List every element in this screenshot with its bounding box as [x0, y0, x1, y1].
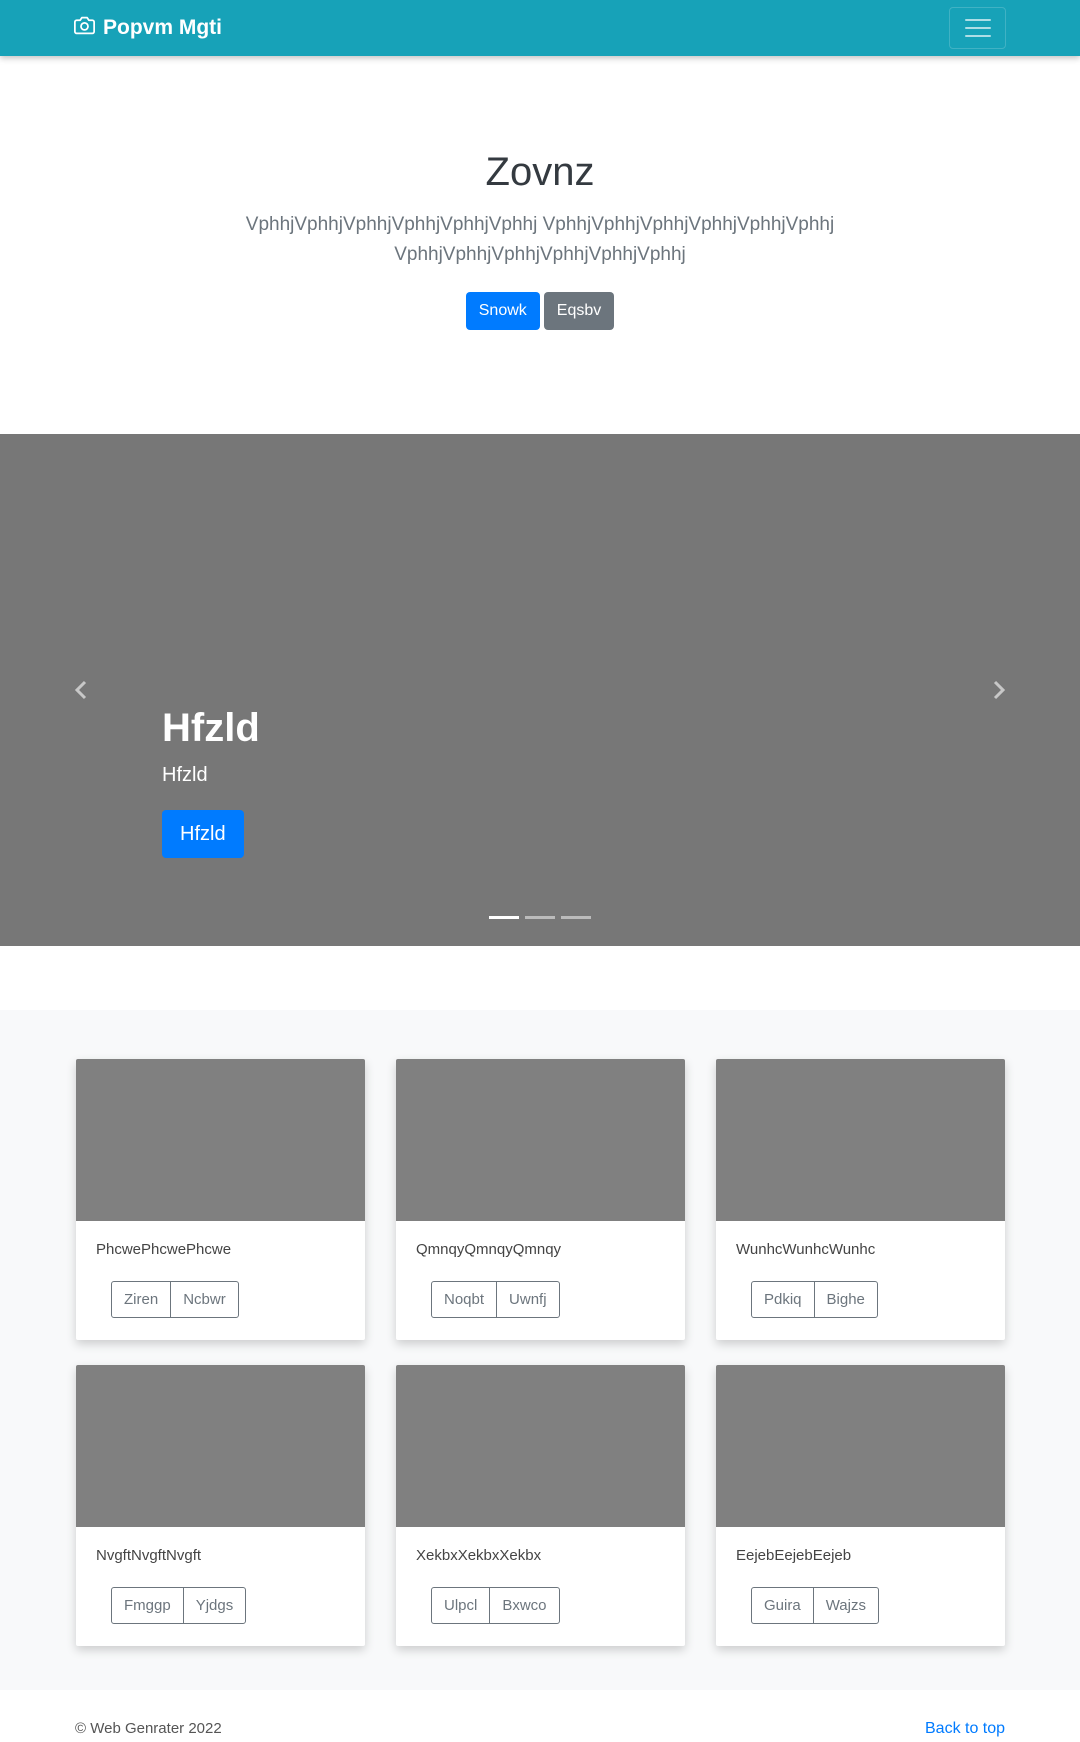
card-image-placeholder — [716, 1059, 1005, 1221]
card-button-group: Noqbt Uwnfj — [431, 1281, 560, 1318]
carousel-caption-text: Hfzld — [162, 764, 208, 786]
carousel-next-icon[interactable] — [987, 676, 1011, 704]
album-card: EejebEejebEejeb Guira Wajzs — [716, 1365, 1005, 1646]
card-button-group: Ziren Ncbwr — [111, 1281, 239, 1318]
brand-link[interactable]: Popvm Mgti — [74, 0, 222, 56]
camera-icon — [74, 15, 95, 42]
card-button-group: Fmggp Yjdgs — [111, 1587, 247, 1624]
card-button[interactable]: Ncbwr — [170, 1281, 239, 1318]
carousel — [0, 434, 1080, 946]
card-button[interactable]: Ulpcl — [431, 1587, 491, 1624]
hero-buttons: Snowk Eqsbv — [0, 292, 1080, 330]
album-card: QmnqyQmnqyQmnqy Noqbt Uwnfj — [396, 1059, 685, 1340]
hero-title: Zovnz — [485, 150, 595, 194]
album-card: NvgftNvgftNvgft Fmggp Yjdgs — [76, 1365, 365, 1646]
brand-name: Popvm Mgti — [103, 16, 222, 39]
card-button[interactable]: Uwnfj — [496, 1281, 560, 1318]
carousel-prev-icon[interactable] — [69, 676, 93, 704]
album-card: WunhcWunhcWunhc Pdkiq Bighe — [716, 1059, 1005, 1340]
card-button[interactable]: Bighe — [813, 1281, 878, 1318]
carousel-indicator[interactable] — [489, 916, 519, 919]
card-text: WunhcWunhcWunhc — [736, 1241, 876, 1258]
card-text: PhcwePhcwePhcwe — [96, 1241, 232, 1258]
hero-secondary-button[interactable]: Eqsbv — [543, 292, 615, 330]
card-image-placeholder — [716, 1365, 1005, 1527]
carousel-caption-button[interactable]: Hfzld — [162, 810, 244, 858]
card-button[interactable]: Noqbt — [431, 1281, 498, 1318]
card-text: EejebEejebEejeb — [736, 1547, 852, 1564]
card-button[interactable]: Yjdgs — [182, 1587, 247, 1624]
hamburger-icon-bar — [964, 27, 991, 29]
carousel-indicators — [0, 916, 1080, 919]
card-button[interactable]: Bxwco — [489, 1587, 560, 1624]
card-button[interactable]: Fmggp — [111, 1587, 184, 1624]
album-card: PhcwePhcwePhcwe Ziren Ncbwr — [76, 1059, 365, 1340]
card-text: XekbxXekbxXekbx — [416, 1547, 542, 1564]
card-image-placeholder — [76, 1365, 365, 1527]
card-button-group: Guira Wajzs — [751, 1587, 879, 1624]
navbar: Popvm Mgti — [0, 0, 1080, 56]
card-text: NvgftNvgftNvgft — [96, 1547, 202, 1564]
carousel-indicator[interactable] — [561, 916, 591, 919]
card-button[interactable]: Pdkiq — [751, 1281, 815, 1318]
card-button[interactable]: Wajzs — [812, 1587, 879, 1624]
navbar-toggler-button[interactable] — [949, 7, 1006, 49]
hero-lead: VphhjVphhjVphhjVphhjVphhjVphhj VphhjVphh… — [245, 214, 835, 265]
card-text: QmnqyQmnqyQmnqy — [416, 1241, 562, 1258]
back-to-top-link[interactable]: Back to top — [925, 1720, 1005, 1738]
hamburger-icon-bar — [964, 35, 991, 37]
card-button-group: Pdkiq Bighe — [751, 1281, 878, 1318]
card-image-placeholder — [396, 1059, 685, 1221]
card-image-placeholder — [396, 1365, 685, 1527]
footer-copyright: © Web Genrater 2022 — [75, 1720, 222, 1737]
card-button-group: Ulpcl Bxwco — [431, 1587, 560, 1624]
carousel-caption-title: Hfzld — [162, 706, 260, 750]
hamburger-icon-bar — [964, 19, 991, 21]
card-image-placeholder — [76, 1059, 365, 1221]
hero-primary-button[interactable]: Snowk — [465, 292, 540, 330]
carousel-indicator[interactable] — [525, 916, 555, 919]
album-card: XekbxXekbxXekbx Ulpcl Bxwco — [396, 1365, 685, 1646]
card-button[interactable]: Ziren — [111, 1281, 172, 1318]
card-button[interactable]: Guira — [751, 1587, 814, 1624]
